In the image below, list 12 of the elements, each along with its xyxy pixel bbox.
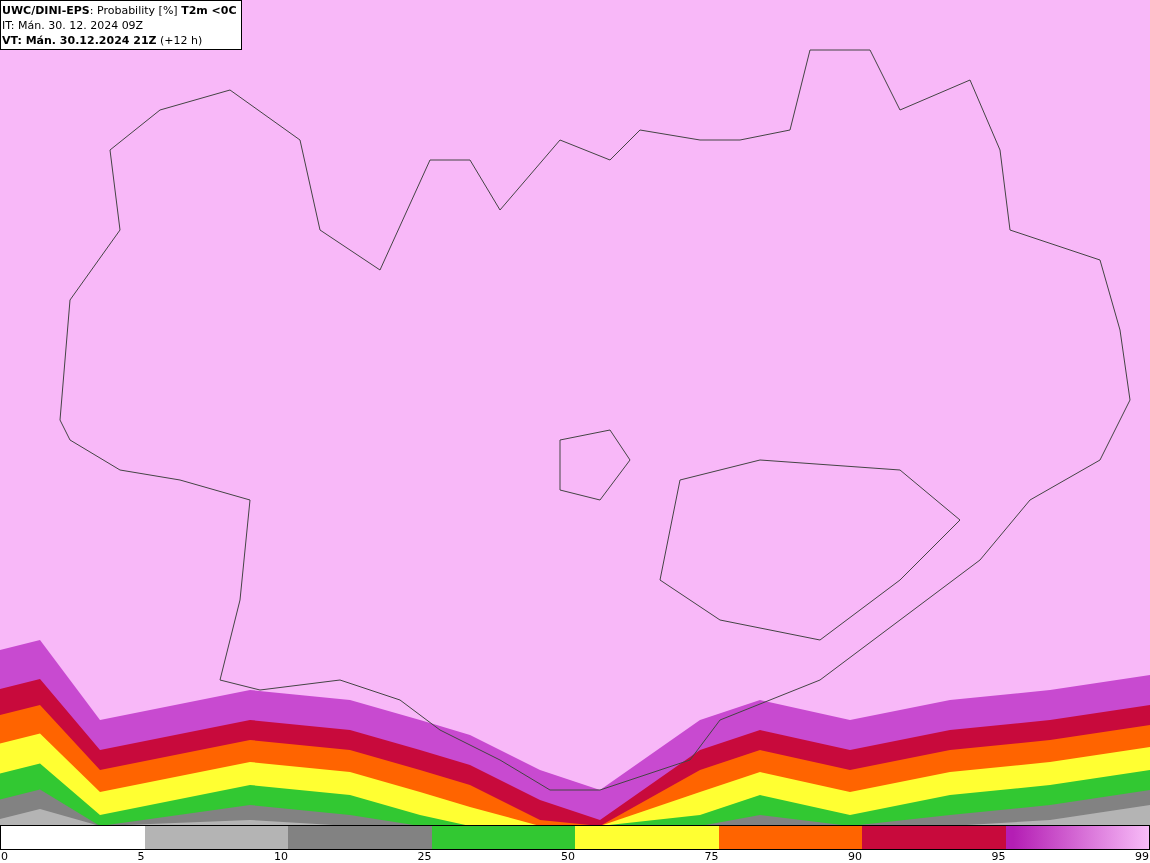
- legend-label: 99: [1135, 850, 1149, 863]
- legend-label: 10: [274, 850, 288, 863]
- legend-label: 95: [991, 850, 1006, 863]
- title-line: UWC/DINI-EPS: Probability [%] T2m <0C: [2, 3, 237, 18]
- legend-label: 5: [137, 850, 145, 863]
- title-line: VT: Mán. 30.12.2024 21Z (+12 h): [2, 33, 204, 48]
- legend-label: 90: [848, 850, 862, 863]
- legend-label: 50: [561, 850, 575, 863]
- legend-label: 25: [417, 850, 432, 863]
- legend-label: 0: [1, 850, 8, 863]
- title-line: IT: Mán. 30. 12. 2024 09Z: [2, 18, 145, 33]
- legend-label: 75: [704, 850, 719, 863]
